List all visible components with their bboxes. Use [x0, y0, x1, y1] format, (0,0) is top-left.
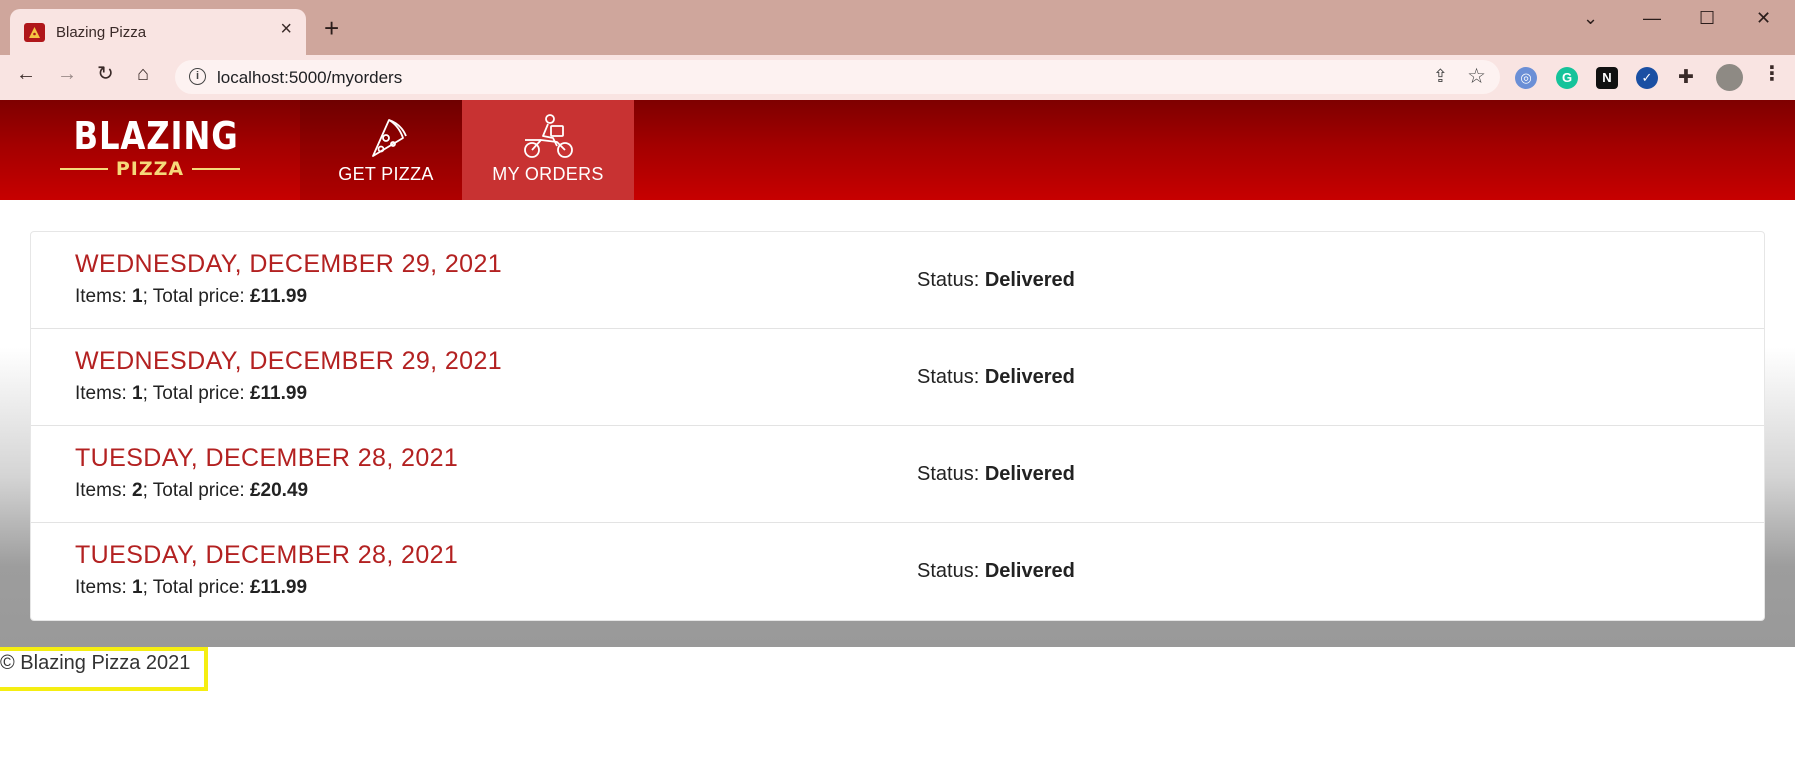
- nav-label-my-orders: MY ORDERS: [492, 164, 604, 184]
- order-total-price: £11.99: [249, 383, 308, 404]
- tab-search-chevron-icon[interactable]: ⌄: [1583, 8, 1598, 29]
- order-status-value: Delivered: [984, 463, 1075, 485]
- order-item-count: 1: [132, 286, 143, 307]
- close-window-icon[interactable]: ✕: [1756, 8, 1771, 29]
- order-summary: Items: 1; Total price: £11.99: [75, 383, 308, 404]
- reload-icon[interactable]: ↻: [97, 64, 114, 84]
- page-footer: © Blazing Pizza 2021: [0, 647, 1795, 772]
- orders-list: WEDNESDAY, DECEMBER 29, 2021 Items: 1; T…: [30, 231, 1765, 621]
- tab-title: Blazing Pizza: [56, 24, 147, 41]
- pizza-slice-icon: [372, 119, 407, 157]
- todo-check-icon[interactable]: ✓: [1636, 67, 1658, 89]
- maximize-icon[interactable]: ☐: [1699, 8, 1715, 29]
- order-summary: Items: 2; Total price: £20.49: [75, 480, 309, 501]
- browser-toolbar: ← → ↻ ⌂ i localhost:5000/myorders ⇪ ☆ ◎ …: [0, 55, 1795, 100]
- nav-tab-get-pizza[interactable]: GET PIZZA: [300, 100, 472, 200]
- share-icon[interactable]: ⇪: [1433, 66, 1448, 87]
- pizza-favicon-icon: [24, 23, 45, 42]
- nav-tab-my-orders[interactable]: MY ORDERS: [462, 100, 634, 200]
- grammarly-icon[interactable]: G: [1556, 67, 1578, 89]
- profile-avatar[interactable]: [1716, 64, 1743, 91]
- order-total-price: £11.99: [249, 577, 308, 598]
- browser-tab[interactable]: Blazing Pizza ×: [10, 9, 306, 55]
- app-header: BLAZING PIZZA GET PIZZA MY ORDERS: [0, 100, 1795, 200]
- footer-copyright: © Blazing Pizza 2021: [0, 652, 191, 674]
- order-date: WEDNESDAY, DECEMBER 29, 2021: [75, 347, 503, 375]
- logo-title: BLAZING: [73, 114, 239, 158]
- order-date: TUESDAY, DECEMBER 28, 2021: [75, 541, 459, 569]
- order-item-count: 1: [132, 383, 143, 404]
- order-row[interactable]: TUESDAY, DECEMBER 28, 2021 Items: 2; Tot…: [31, 426, 1764, 523]
- browser-tab-bar: Blazing Pizza × + ⌄ — ☐ ✕: [0, 0, 1795, 55]
- nav-label-get-pizza: GET PIZZA: [338, 164, 434, 184]
- order-status-value: Delivered: [984, 366, 1075, 388]
- logo-subtitle: PIZZA: [115, 158, 185, 180]
- delivery-bike-icon: [524, 114, 573, 158]
- order-status: Status: Delivered: [917, 269, 1075, 291]
- order-status: Status: Delivered: [917, 560, 1075, 582]
- home-icon[interactable]: ⌂: [137, 64, 149, 84]
- notion-icon[interactable]: N: [1596, 67, 1618, 89]
- site-info-icon[interactable]: i: [189, 68, 206, 85]
- order-date: WEDNESDAY, DECEMBER 29, 2021: [75, 250, 503, 278]
- extension-circle-icon[interactable]: ◎: [1515, 67, 1537, 89]
- bookmark-star-icon[interactable]: ☆: [1467, 64, 1486, 89]
- order-item-count: 2: [132, 480, 143, 501]
- order-summary: Items: 1; Total price: £11.99: [75, 286, 308, 307]
- forward-icon[interactable]: →: [57, 64, 77, 84]
- order-status-value: Delivered: [984, 560, 1075, 582]
- order-summary: Items: 1; Total price: £11.99: [75, 577, 308, 598]
- order-row[interactable]: TUESDAY, DECEMBER 28, 2021 Items: 1; Tot…: [31, 523, 1764, 620]
- extensions-puzzle-icon[interactable]: ✚: [1675, 67, 1697, 89]
- address-bar[interactable]: i localhost:5000/myorders ⇪ ☆: [175, 60, 1500, 94]
- logo-divider: [192, 168, 240, 170]
- order-item-count: 1: [132, 577, 143, 598]
- address-url[interactable]: localhost:5000/myorders: [217, 68, 402, 88]
- order-total-price: £11.99: [249, 286, 308, 307]
- order-row[interactable]: WEDNESDAY, DECEMBER 29, 2021 Items: 1; T…: [31, 232, 1764, 329]
- back-icon[interactable]: ←: [16, 64, 36, 84]
- logo-divider: [60, 168, 108, 170]
- new-tab-icon[interactable]: +: [324, 15, 339, 41]
- browser-menu-icon[interactable]: ⋮: [1762, 64, 1782, 84]
- order-status-value: Delivered: [984, 269, 1075, 291]
- order-total-price: £20.49: [249, 480, 309, 501]
- order-status: Status: Delivered: [917, 366, 1075, 388]
- order-date: TUESDAY, DECEMBER 28, 2021: [75, 444, 459, 472]
- minimize-icon[interactable]: —: [1643, 8, 1661, 29]
- order-row[interactable]: WEDNESDAY, DECEMBER 29, 2021 Items: 1; T…: [31, 329, 1764, 426]
- tab-close-icon[interactable]: ×: [280, 19, 292, 39]
- blazing-pizza-logo[interactable]: BLAZING PIZZA: [60, 114, 240, 186]
- order-status: Status: Delivered: [917, 463, 1075, 485]
- main-content: WEDNESDAY, DECEMBER 29, 2021 Items: 1; T…: [0, 200, 1795, 647]
